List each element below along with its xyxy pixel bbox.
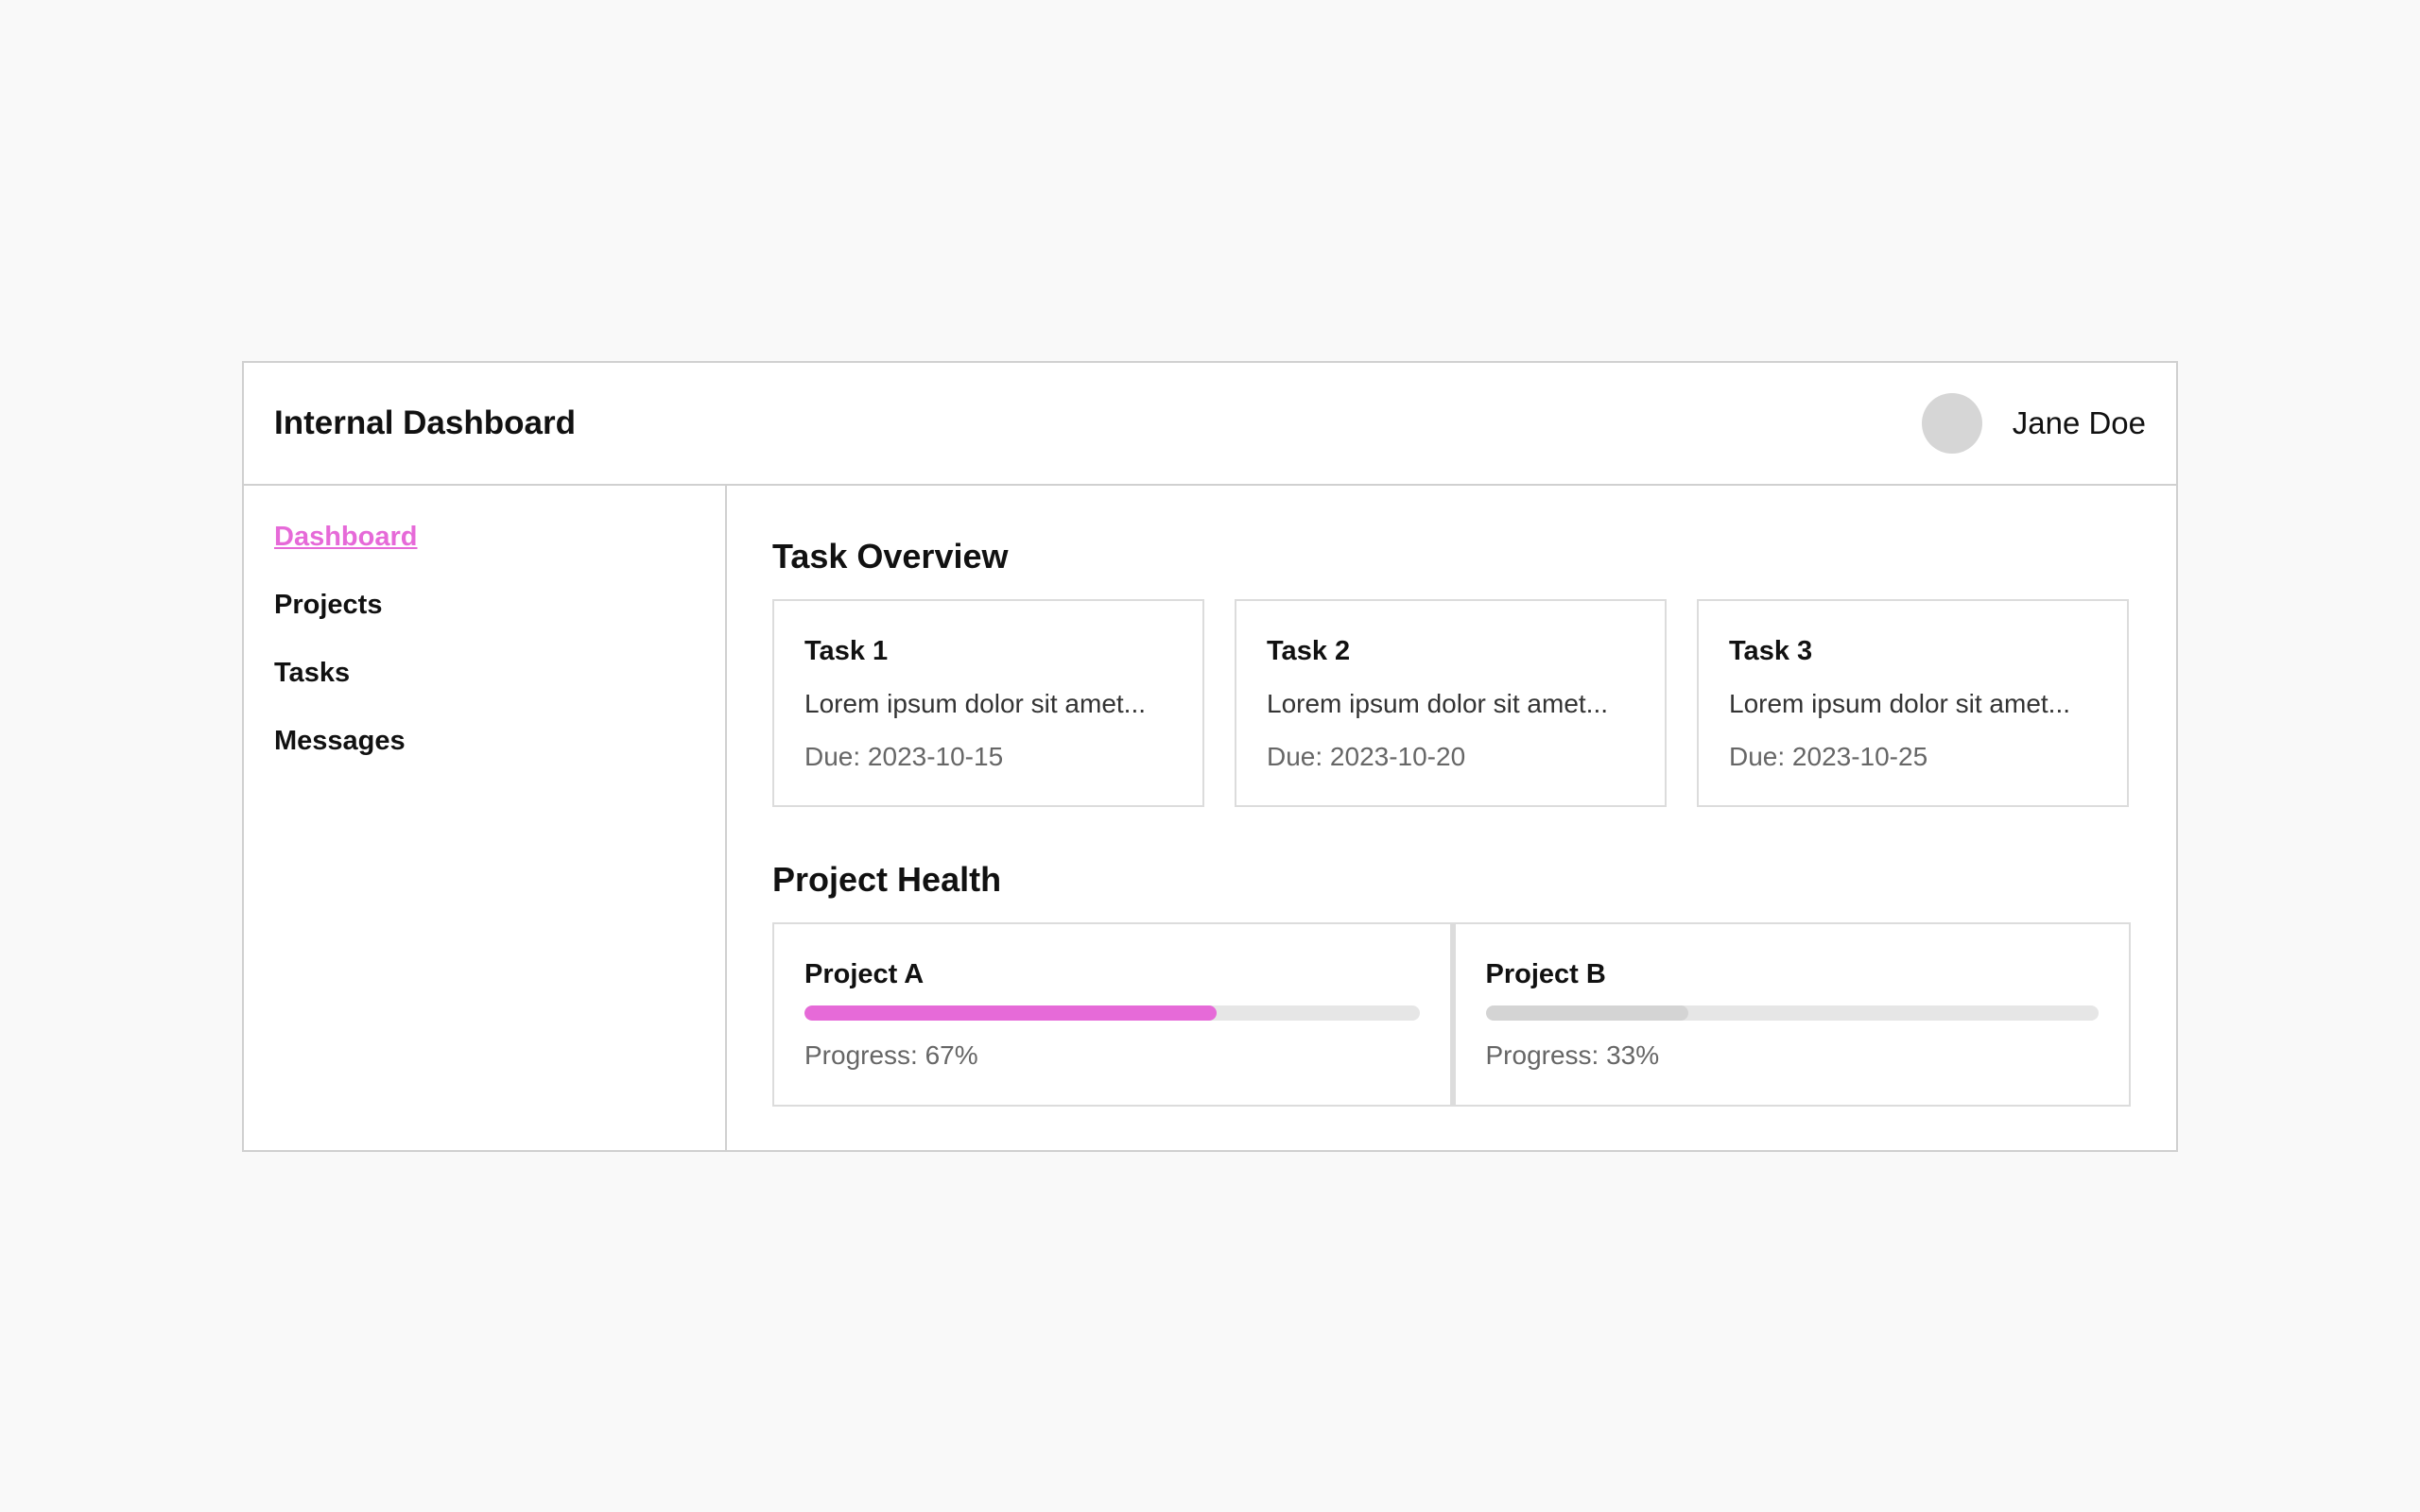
progress-fill (804, 1005, 1217, 1021)
task-name: Task 2 (1267, 636, 1351, 666)
avatar[interactable] (1921, 393, 1982, 454)
task-description: Lorem ipsum dolor sit amet... (804, 689, 1147, 718)
task-description: Lorem ipsum dolor sit amet... (1729, 689, 2071, 718)
progress-fill (1485, 1005, 1688, 1021)
task-due-date: Due: 2023-10-15 (804, 742, 1004, 771)
progress-label: Progress: 33% (1485, 1040, 1660, 1070)
task-card[interactable]: Task 1 Lorem ipsum dolor sit amet... Due… (772, 599, 1204, 807)
task-name: Task 3 (1729, 636, 1813, 666)
task-list: Task 1 Lorem ipsum dolor sit amet... Due… (772, 599, 2131, 807)
progress-bar (1485, 1005, 2099, 1021)
project-card[interactable]: Project B Progress: 33% (1451, 922, 2131, 1107)
header: Internal Dashboard Jane Doe (244, 363, 2176, 486)
app-title: Internal Dashboard (274, 404, 576, 441)
sidebar-item-messages[interactable]: Messages (274, 722, 725, 790)
sidebar-item-tasks[interactable]: Tasks (274, 654, 725, 722)
task-name: Task 1 (804, 636, 889, 666)
user-menu[interactable]: Jane Doe (1921, 393, 2146, 454)
task-card[interactable]: Task 2 Lorem ipsum dolor sit amet... Due… (1235, 599, 1667, 807)
sidebar-item-dashboard[interactable]: Dashboard (274, 518, 725, 586)
sidebar: Dashboard Projects Tasks Messages (244, 486, 727, 1150)
sidebar-item-projects[interactable]: Projects (274, 586, 725, 654)
project-list: Project A Progress: 67% Project B Progre… (772, 922, 2131, 1107)
task-due-date: Due: 2023-10-20 (1267, 742, 1466, 771)
project-card[interactable]: Project A Progress: 67% (772, 922, 1452, 1107)
task-card[interactable]: Task 3 Lorem ipsum dolor sit amet... Due… (1697, 599, 2129, 807)
project-name: Project B (1485, 959, 1606, 989)
project-health-title: Project Health (772, 860, 1002, 899)
project-name: Project A (804, 959, 925, 989)
task-due-date: Due: 2023-10-25 (1729, 742, 1928, 771)
user-name[interactable]: Jane Doe (2013, 405, 2146, 441)
progress-label: Progress: 67% (804, 1040, 978, 1070)
main-panel: Task Overview Task 1 Lorem ipsum dolor s… (727, 486, 2176, 1150)
progress-bar (804, 1005, 1420, 1021)
task-overview-title: Task Overview (772, 537, 1009, 576)
content-area: Dashboard Projects Tasks Messages Task O… (244, 486, 2176, 1150)
dashboard-window: Internal Dashboard Jane Doe Dashboard Pr… (242, 361, 2178, 1152)
task-description: Lorem ipsum dolor sit amet... (1267, 689, 1609, 718)
